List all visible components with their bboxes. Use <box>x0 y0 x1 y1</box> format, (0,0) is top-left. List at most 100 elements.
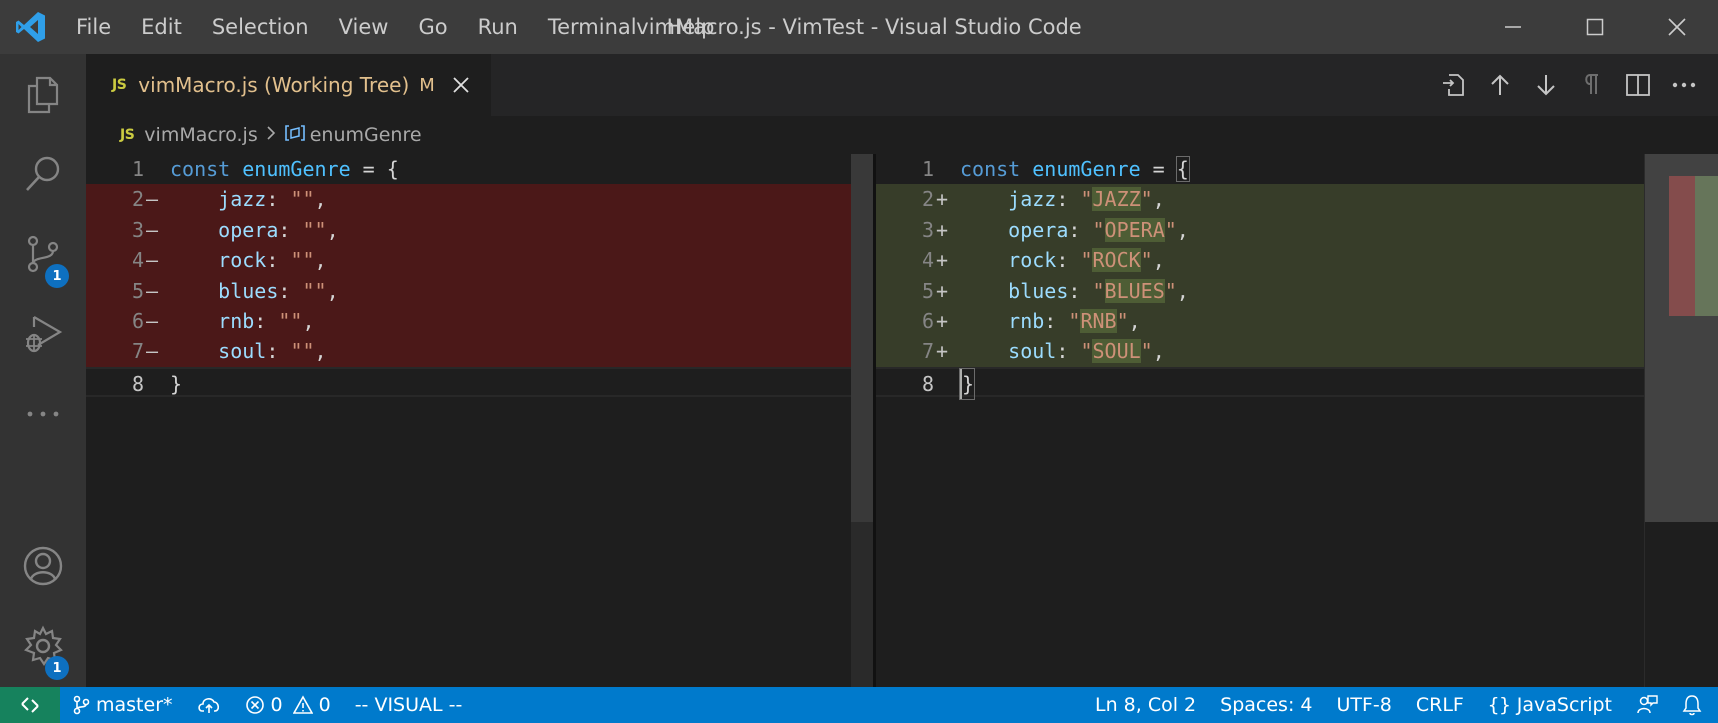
string-quote: " <box>1080 187 1093 212</box>
next-change-button[interactable] <box>1530 69 1562 101</box>
breadcrumb-file[interactable]: vimMacro.js <box>144 124 257 146</box>
keyword-token: const <box>960 157 1021 181</box>
previous-change-icon <box>1491 74 1509 95</box>
diff-modified-editor[interactable]: 1 const enumGenre = {2 + jazz: "JAZZ", 3 + o… <box>876 154 1671 687</box>
notifications-button[interactable] <box>1670 687 1718 723</box>
menu-terminal[interactable]: Terminal <box>533 0 652 54</box>
close-window-button[interactable] <box>1636 0 1718 54</box>
more-actions-icon <box>1672 82 1696 88</box>
manage-button[interactable]: 1 <box>0 606 86 686</box>
eol-button[interactable]: CRLF <box>1404 687 1476 723</box>
problems-button[interactable]: 0 0 <box>233 687 343 723</box>
code-text: } <box>958 367 976 401</box>
explorer-button[interactable] <box>0 54 86 134</box>
menu-help[interactable]: Help <box>652 0 730 54</box>
minimize-icon <box>1505 26 1521 28</box>
open-file-button[interactable] <box>1438 69 1470 101</box>
diff-original-editor[interactable]: 1 const enumGenre = {2— jazz: "", 3— opera… <box>86 154 876 687</box>
menu-view[interactable]: View <box>324 0 404 54</box>
modified-indicator: M <box>419 74 435 96</box>
maximize-button[interactable] <box>1554 0 1636 54</box>
remote-indicator-button[interactable] <box>0 687 60 723</box>
menu-edit[interactable]: Edit <box>126 0 197 54</box>
tab-vimmacro[interactable]: JS vimMacro.js (Working Tree) M <box>86 54 491 116</box>
run-debug-button[interactable] <box>0 294 86 374</box>
branch-button[interactable]: master* <box>60 687 185 723</box>
string-value: "" <box>302 278 327 303</box>
search-button[interactable] <box>0 134 86 214</box>
language-mode-button[interactable]: {} JavaScript <box>1476 687 1624 723</box>
tab-close-button[interactable] <box>449 73 473 97</box>
property-token: blues <box>1008 278 1069 303</box>
property-token: rnb <box>218 309 255 333</box>
encoding-button[interactable]: UTF-8 <box>1324 687 1403 723</box>
language-name: JavaScript <box>1516 694 1612 716</box>
code-line: 8} <box>86 366 876 398</box>
remote-icon <box>21 697 39 713</box>
string-value: RNB <box>1080 309 1117 333</box>
more-actions-button[interactable] <box>1668 69 1700 101</box>
code-line: 6— rnb: "", <box>86 306 876 337</box>
manage-badge: 1 <box>45 656 69 680</box>
string-value: JAZZ <box>1092 187 1141 212</box>
tab-bar: JS vimMacro.js (Working Tree) M <box>86 54 1718 116</box>
accounts-button[interactable] <box>0 526 86 606</box>
code-line: 5— blues: "", <box>86 275 876 306</box>
remove-marker: — <box>146 309 159 333</box>
split-editor-button[interactable] <box>1622 69 1654 101</box>
overview-scroll-thumb[interactable] <box>1645 154 1718 522</box>
editor-actions <box>1438 54 1700 116</box>
previous-change-button[interactable] <box>1484 69 1516 101</box>
cloud-upload-icon <box>197 698 219 713</box>
string-value: OPERA <box>1104 217 1165 242</box>
remove-marker: — <box>146 278 159 303</box>
string-value: "" <box>278 309 303 333</box>
insert-marker: + <box>936 187 949 212</box>
explorer-icon <box>27 76 59 114</box>
original-editor-scrollbar[interactable] <box>851 154 873 687</box>
insert-marker: + <box>936 217 949 242</box>
sync-button[interactable] <box>185 687 233 723</box>
code-text: rnb: "", <box>218 309 315 333</box>
code-line: 4— rock: "", <box>86 245 876 276</box>
code-line: 1 const enumGenre = { <box>86 154 876 184</box>
property-token: rock <box>218 248 267 273</box>
property-token: soul <box>218 339 267 364</box>
line-number: 5 <box>131 278 144 303</box>
code-line: 2 + jazz: "JAZZ", <box>876 184 1671 215</box>
source-control-button[interactable]: 1 <box>0 214 86 294</box>
menu-file[interactable]: File <box>62 0 126 54</box>
property-token: opera <box>1008 217 1069 242</box>
whitespace-icon <box>1585 74 1598 94</box>
indentation-button[interactable]: Spaces: 4 <box>1208 687 1324 723</box>
property-token: opera <box>218 217 279 242</box>
code-text: soul: "", <box>218 339 327 364</box>
warning-count: 0 <box>318 694 331 716</box>
insert-marker: + <box>936 278 949 303</box>
vim-mode: -- VISUAL -- <box>354 694 463 716</box>
string-quote: " <box>1068 309 1081 333</box>
title-bar: File Edit Selection View Go Run Terminal… <box>0 0 1718 54</box>
warning-icon <box>292 695 313 714</box>
menu-run[interactable]: Run <box>463 0 533 54</box>
toggle-whitespace-button[interactable] <box>1576 69 1608 101</box>
maximize-icon <box>1586 18 1604 36</box>
symbol-variable-icon <box>284 124 306 147</box>
more-views-button[interactable] <box>0 374 86 454</box>
close-icon <box>453 77 469 93</box>
scrollbar-thumb[interactable] <box>851 154 873 522</box>
string-quote: " <box>1140 248 1153 273</box>
breadcrumb-symbol[interactable]: enumGenre <box>310 124 422 146</box>
status-bar: master* 0 0 -- VISUAL -- Ln 8, Col 2 Spa… <box>0 687 1718 723</box>
minimize-button[interactable] <box>1472 0 1554 54</box>
code-line: 5 + blues: "BLUES", <box>876 275 1671 306</box>
string-quote: " <box>1092 217 1105 242</box>
menu-go[interactable]: Go <box>403 0 462 54</box>
line-number: 7 <box>131 339 144 364</box>
code-text: opera: "OPERA", <box>1008 217 1189 242</box>
menu-selection[interactable]: Selection <box>197 0 324 54</box>
cursor-position-button[interactable]: Ln 8, Col 2 <box>1083 687 1208 723</box>
diff-overview-ruler[interactable] <box>1644 154 1718 687</box>
line-number: 3 <box>921 217 934 242</box>
feedback-button[interactable] <box>1624 687 1670 723</box>
